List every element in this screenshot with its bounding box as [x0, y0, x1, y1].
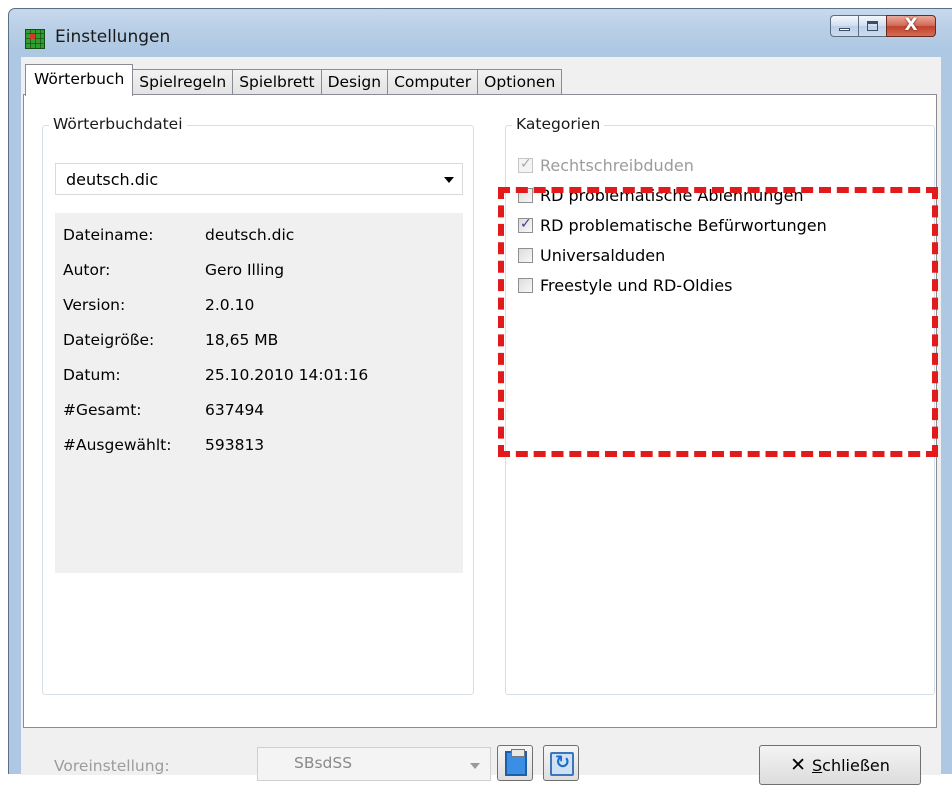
category-rd-ablehnungen[interactable]: RD problematische Ablehnungen — [518, 184, 804, 206]
close-button[interactable]: ✕ Schließen — [759, 745, 921, 785]
info-value: 2.0.10 — [205, 296, 255, 314]
info-label: Datum: — [63, 366, 121, 384]
chevron-down-icon — [470, 763, 480, 769]
category-label: Rechtschreibduden — [540, 155, 694, 175]
checkbox[interactable] — [518, 156, 533, 173]
chevron-down-icon — [444, 177, 454, 183]
info-label: #Gesamt: — [63, 401, 142, 419]
window-close-button[interactable]: X — [886, 15, 936, 37]
tab-design[interactable]: Design — [321, 69, 389, 95]
window-title: Einstellungen — [55, 27, 171, 47]
checkbox[interactable] — [518, 216, 533, 233]
dictionary-file-select[interactable]: deutsch.dic — [55, 163, 463, 195]
categories-group-title: Kategorien — [512, 115, 605, 133]
preset-label: Voreinstellung: — [54, 757, 170, 775]
load-preset-button[interactable] — [497, 745, 533, 781]
info-value: 637494 — [205, 401, 265, 419]
tab-computer[interactable]: Computer — [388, 69, 479, 95]
background-strip — [0, 0, 952, 8]
title-bar[interactable]: Einstellungen X — [9, 9, 952, 57]
checkbox[interactable] — [518, 187, 533, 203]
tab-spielregeln[interactable]: Spielregeln — [133, 69, 234, 95]
checkbox[interactable] — [518, 277, 533, 293]
tab-optionen[interactable]: Optionen — [478, 69, 563, 95]
dialog-client-area: Wörterbuch Spielregeln Spielbrett Design… — [21, 57, 941, 785]
info-value: 25.10.2010 14:01:16 — [205, 366, 369, 384]
preset-value: SBsdSS — [294, 754, 353, 772]
tab-panel-woerterbuch: Wörterbuchdatei deutsch.dic Dateiname: d… — [23, 94, 938, 728]
info-value: deutsch.dic — [205, 226, 295, 244]
category-rd-befuerwortungen[interactable]: RD problematische Befürwortungen — [518, 214, 827, 236]
category-rechtschreibduden[interactable]: Rechtschreibduden — [518, 154, 694, 176]
maximize-icon — [867, 21, 878, 31]
dictionary-info-panel: Dateiname: deutsch.dic Autor: Gero Illin… — [55, 213, 463, 573]
checkbox[interactable] — [518, 247, 533, 263]
close-label-underlined: S — [812, 755, 823, 775]
minimize-icon — [839, 28, 850, 31]
category-label: RD problematische Ablehnungen — [540, 185, 804, 205]
info-label: #Ausgewählt: — [63, 436, 172, 454]
category-universalduden[interactable]: Universalduden — [518, 244, 665, 266]
dictionary-group-title: Wörterbuchdatei — [49, 115, 187, 133]
dialog-footer: Voreinstellung: SBsdSS ✕ Schließen — [21, 733, 941, 785]
categories-group: Kategorien Rechtschreibduden RD problema… — [505, 115, 935, 695]
tab-strip: Wörterbuch Spielregeln Spielbrett Design… — [25, 63, 563, 96]
settings-window: Einstellungen X Wörterbuch Spielregeln S… — [8, 8, 952, 785]
category-label: RD problematische Befürwortungen — [540, 215, 827, 235]
info-label: Version: — [63, 296, 126, 314]
category-label: Universalduden — [540, 245, 666, 265]
info-label: Autor: — [63, 261, 111, 279]
preset-select[interactable]: SBsdSS — [257, 747, 491, 781]
category-label: Freestyle und RD-Oldies — [540, 275, 733, 295]
save-icon — [550, 752, 574, 776]
app-board-icon — [25, 29, 45, 49]
close-label-rest: chließen — [822, 755, 890, 775]
save-preset-button[interactable] — [543, 745, 579, 781]
close-x-icon: ✕ — [790, 754, 807, 776]
tab-spielbrett[interactable]: Spielbrett — [233, 69, 322, 95]
category-freestyle[interactable]: Freestyle und RD-Oldies — [518, 274, 732, 296]
info-label: Dateigröße: — [63, 331, 155, 349]
info-label: Dateiname: — [63, 226, 154, 244]
tab-woerterbuch[interactable]: Wörterbuch — [25, 64, 134, 96]
info-value: 593813 — [205, 436, 265, 454]
caption-buttons: X — [830, 15, 936, 37]
info-value: 18,65 MB — [205, 331, 279, 349]
close-icon: X — [904, 15, 918, 35]
dictionary-file-group: Wörterbuchdatei deutsch.dic Dateiname: d… — [42, 115, 474, 695]
maximize-button[interactable] — [858, 15, 886, 37]
minimize-button[interactable] — [830, 15, 858, 37]
clipboard-icon — [505, 749, 527, 776]
dictionary-file-value: deutsch.dic — [66, 170, 159, 189]
info-value: Gero Illing — [205, 261, 285, 279]
